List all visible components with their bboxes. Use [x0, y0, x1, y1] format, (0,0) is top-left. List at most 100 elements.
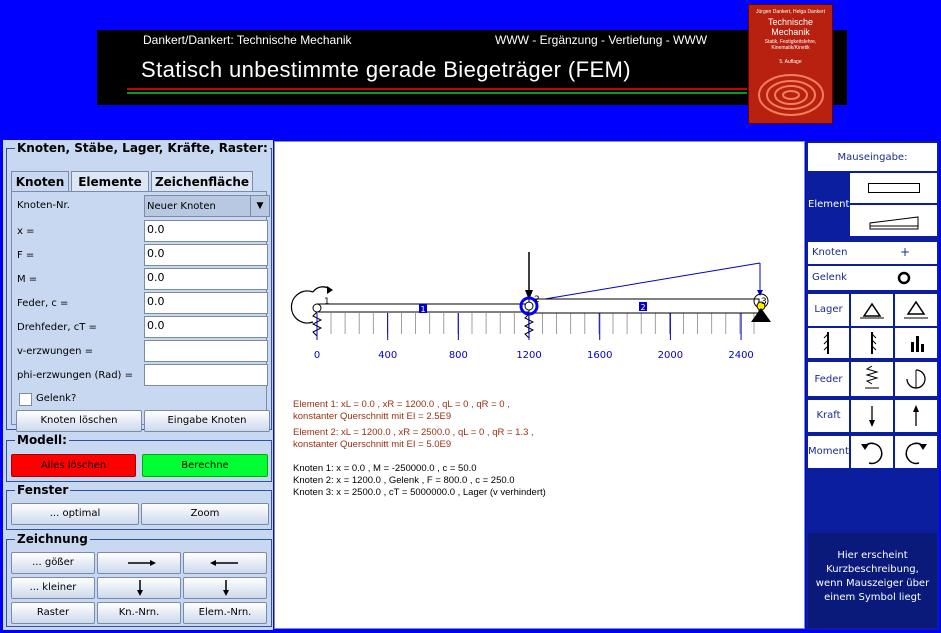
gelenk-tool-label: Gelenk	[812, 272, 847, 283]
raster-button[interactable]: Raster	[11, 602, 95, 624]
clamp-right-tool[interactable]	[851, 328, 893, 358]
force-down-tool[interactable]	[851, 400, 893, 432]
clamp-left-tool[interactable]	[808, 328, 849, 358]
roller-support-tool[interactable]	[895, 294, 937, 326]
rotate-cw-icon	[905, 442, 927, 465]
rotational-spring-tool[interactable]	[895, 362, 937, 396]
optimal-button[interactable]: ... optimal	[11, 503, 139, 525]
page-title: Statisch unbestimmte gerade Biegeträger …	[141, 57, 631, 82]
clamp-bottom-tool[interactable]	[895, 328, 937, 358]
arrow-up-icon	[913, 405, 919, 426]
arrow-right-icon	[128, 560, 156, 566]
plus-icon: +	[900, 245, 911, 259]
axis-ticks: 0 400 800 1200 1600 2000 2400	[314, 313, 754, 361]
axis-tick-label: 2000	[658, 350, 683, 361]
field-label-drehfeder: Drehfeder, cT =	[17, 322, 97, 333]
field-label-x: x =	[17, 226, 35, 237]
modell-title: Modell:	[15, 433, 69, 447]
gelenk-label: Gelenk?	[36, 393, 77, 404]
drehfeder-input[interactable]: 0.0	[144, 316, 268, 338]
tapered-beam-icon	[869, 216, 919, 230]
spring-icon	[865, 365, 879, 389]
lager-label-cell: Lager	[808, 294, 849, 326]
element-tool-simple[interactable]	[850, 173, 937, 203]
banner-right-text: WWW - Ergänzung - Vertiefung - WWW	[495, 33, 708, 47]
arrow-down-icon	[223, 580, 229, 596]
element-label: Element	[808, 199, 850, 210]
roller-support-icon	[904, 300, 928, 319]
knoten-tool[interactable]: Knoten +	[808, 242, 937, 264]
node-1[interactable]	[312, 303, 322, 313]
book-cover-image[interactable]: Jürgen Dankert, Helga Dankert Technische…	[748, 4, 833, 124]
book-authors: Jürgen Dankert, Helga Dankert	[756, 9, 825, 15]
arrow-left-icon	[210, 560, 238, 566]
field-label-m: M =	[17, 274, 38, 285]
book-subtitle: Statik, Festigkeitslehre, Kinematik/Kine…	[764, 39, 817, 51]
field-label-v-erzwungen: v-erzwungen =	[17, 346, 94, 357]
shift-left-button[interactable]	[183, 552, 267, 574]
axis-tick-label: 400	[378, 350, 397, 361]
tab-content-knoten: Knoten-Nr. Neuer Knoten ▼ x = 0.0 F = 0.…	[11, 191, 270, 432]
fenster-title: Fenster	[15, 483, 71, 497]
bigger-button[interactable]: ... gößer	[11, 552, 95, 574]
element-2-line-2: konstanter Querschnitt mit EI = 5.0E9	[293, 439, 452, 450]
tab-knoten[interactable]: Knoten	[11, 171, 69, 191]
gelenk-checkbox[interactable]	[19, 393, 32, 406]
red-stripe	[127, 88, 747, 90]
fenster-group: Fenster ... optimal Zoom	[6, 483, 272, 530]
compute-button[interactable]: Berechne	[142, 454, 268, 477]
clear-all-button[interactable]: Alles löschen	[11, 454, 136, 477]
beam-icon	[868, 183, 920, 193]
field-label-feder: Feder, c =	[17, 298, 69, 309]
green-stripe	[127, 92, 747, 94]
smaller-button[interactable]: ... kleiner	[11, 577, 95, 599]
rotate-ccw-icon	[861, 442, 883, 465]
node-numbers-button[interactable]: Kn.-Nrn.	[97, 602, 181, 624]
shift-down-button-2[interactable]	[183, 577, 267, 599]
modell-group: Modell: Alles löschen Berechne	[6, 433, 272, 482]
knoten-nr-value: Neuer Knoten	[147, 201, 216, 212]
chevron-down-icon[interactable]: ▼	[250, 196, 269, 216]
axis-tick-label: 800	[449, 350, 468, 361]
feder-label-cell: Feder	[808, 362, 849, 396]
v-erzwungen-input[interactable]	[144, 340, 268, 362]
phi-erzwungen-input[interactable]	[144, 364, 268, 386]
fixed-support-tool[interactable]	[851, 294, 893, 326]
axis-tick-label: 1200	[516, 350, 541, 361]
shift-right-button[interactable]	[97, 552, 181, 574]
tab-elemente[interactable]: Elemente	[71, 171, 149, 191]
node-3-line: Knoten 3: x = 2500.0 , cT = 5000000.0 , …	[293, 487, 546, 498]
element-tool-tapered[interactable]	[850, 205, 937, 236]
field-label-f: F =	[17, 250, 35, 261]
element-numbers-button[interactable]: Elem.-Nrn.	[183, 602, 267, 624]
delete-node-button[interactable]: Knoten löschen	[16, 410, 142, 432]
moment-ccw-tool[interactable]	[851, 436, 893, 468]
banner-left-text: Dankert/Dankert: Technische Mechanik	[143, 33, 352, 47]
node-label-2: 2	[534, 295, 540, 305]
knoten-nr-select[interactable]: Neuer Knoten ▼	[144, 195, 270, 217]
zoom-button[interactable]: Zoom	[141, 503, 269, 525]
spring-tool[interactable]	[851, 362, 893, 396]
element-2-line-1: Element 2: xL = 1200.0 , xR = 2500.0 , q…	[293, 427, 534, 438]
f-input[interactable]: 0.0	[144, 244, 268, 266]
node-1-line: Knoten 1: x = 0.0 , M = -250000.0 , c = …	[293, 463, 477, 474]
book-title: Technische Mechanik	[767, 17, 814, 37]
feder-label: Feder	[814, 374, 843, 385]
shift-down-button[interactable]	[97, 577, 181, 599]
x-input[interactable]: 0.0	[144, 220, 268, 242]
m-input[interactable]: 0.0	[144, 268, 268, 290]
gelenk-tool[interactable]: Gelenk	[808, 266, 937, 290]
input-group: Knoten, Stäbe, Lager, Kräfte, Raster: Kn…	[6, 141, 272, 432]
node-label-3: 3	[761, 297, 767, 307]
tab-zeichenflaeche[interactable]: Zeichenfläche	[151, 171, 253, 191]
clamp-bottom-icon	[911, 336, 924, 352]
knoten-label: Knoten	[812, 247, 848, 258]
drawing-canvas[interactable]: 1 2 1 2 3 0 400 800 1200 1600 2000 2400 Elemen…	[274, 141, 805, 629]
force-up-tool[interactable]	[895, 400, 937, 432]
element-label-1: 1	[420, 305, 425, 314]
node-2[interactable]	[524, 301, 534, 311]
fixed-support-icon	[860, 302, 884, 319]
moment-cw-tool[interactable]	[895, 436, 937, 468]
enter-node-button[interactable]: Eingabe Knoten	[144, 410, 270, 432]
feder-input[interactable]: 0.0	[144, 292, 268, 314]
